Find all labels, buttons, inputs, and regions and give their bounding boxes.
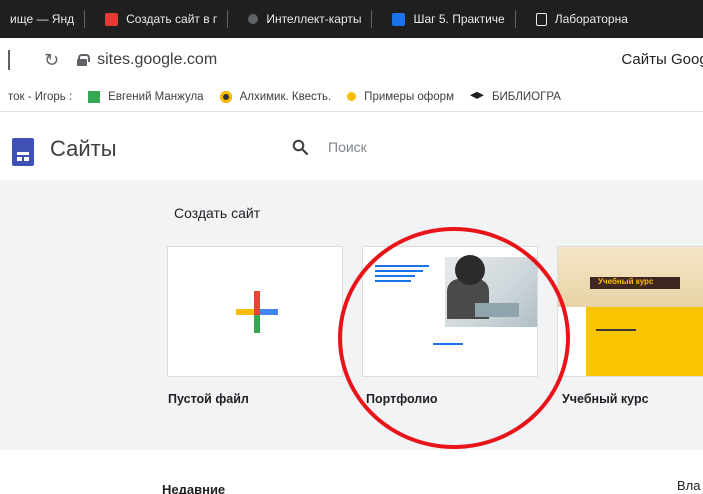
bookmark-bibliography[interactable]: БИБЛИОГРА [462,91,569,103]
bookmark-igor[interactable]: ток - Игорь : [0,91,80,103]
radiation-icon [219,90,232,103]
course-thumb-line [596,329,636,331]
template-portfolio-label[interactable]: Портфолио [366,392,438,406]
bookmark-label: Евгений Манжула [108,90,204,103]
bookmark-examples[interactable]: Примеры оформ [339,91,462,103]
bookmark-label: Примеры оформ [364,90,454,103]
bookmark-alchemist[interactable]: Алхимик. Квесть. [212,90,340,103]
browser-tab-title: Создать сайт в г [126,12,218,26]
document-icon [535,12,547,26]
tab-separator [371,10,373,28]
template-blank-label[interactable]: Пустой файл [168,392,249,406]
portfolio-thumb-text-lines [375,263,435,285]
create-site-title: Создать сайт [174,205,261,221]
course-thumb-heading: Учебный курс [598,277,654,286]
graduation-cap-icon [469,91,484,99]
sites-logo-icon[interactable] [12,138,34,166]
green-square-icon [88,90,101,103]
browser-tab-title: ище — Янд [10,12,75,26]
portfolio-thumb-head [455,255,485,285]
bookmark-label: БИБЛИОГРА [491,90,561,103]
plus-icon [236,291,278,333]
template-course-label[interactable]: Учебный курс [562,392,649,406]
dot-icon [248,14,259,24]
browser-tab-title: Шаг 5. Практиче [413,12,505,26]
template-portfolio-card[interactable] [362,246,538,377]
app-name: Сайты [50,136,117,161]
bookmark-evgeniy[interactable]: Евгений Манжула [80,90,211,103]
template-course-card[interactable]: Учебный курс [557,246,703,377]
url-field[interactable]: sites.google.com [97,51,217,69]
back-button-edge[interactable] [8,50,10,70]
browser-tab-mind-maps[interactable]: Интеллект-карты [238,0,382,38]
browser-tab-step5[interactable]: Шаг 5. Практиче [382,0,525,38]
portfolio-thumb-laptop [475,303,519,317]
tab-separator [227,10,229,28]
tab-separator [514,10,516,28]
red-square-icon [105,12,119,26]
course-thumb-strip [558,307,586,376]
template-blank-card[interactable] [167,246,343,377]
bookmark-label: Алхимик. Квесть. [239,90,332,103]
search-icon[interactable] [292,139,308,155]
browser-tab-lab[interactable]: Лабораторна [526,0,638,38]
browser-tab-yandex[interactable]: ище — Янд [0,0,95,38]
tab-separator [84,10,86,28]
search-input[interactable] [328,134,628,160]
bookmarks-bar: ток - Игорь : Евгений Манжула Алхимик. К… [0,82,703,112]
reload-icon[interactable]: ↻ [44,50,59,71]
lock-icon[interactable] [77,54,91,66]
owner-column-header[interactable]: Вла [677,478,701,493]
create-site-section: Создать сайт Пустой файл Портфолио Учебн… [0,180,703,450]
bookmark-label: ток - Игорь : [8,90,73,103]
portfolio-thumb-link [433,343,463,345]
page-title: Сайты Googl [621,51,703,68]
lightbulb-icon [347,92,357,101]
blue-square-icon [392,12,406,26]
browser-tab-create-site[interactable]: Создать сайт в г [95,0,238,38]
recent-title: Недавние [162,482,226,494]
address-bar: ↻ sites.google.com Сайты Googl [0,38,703,82]
browser-tab-strip: ище — Янд Создать сайт в г Интеллект-кар… [0,0,703,38]
sites-header: Сайты [0,112,703,180]
browser-tab-title: Интеллект-карты [266,12,362,26]
browser-tab-title: Лабораторна [554,12,628,26]
